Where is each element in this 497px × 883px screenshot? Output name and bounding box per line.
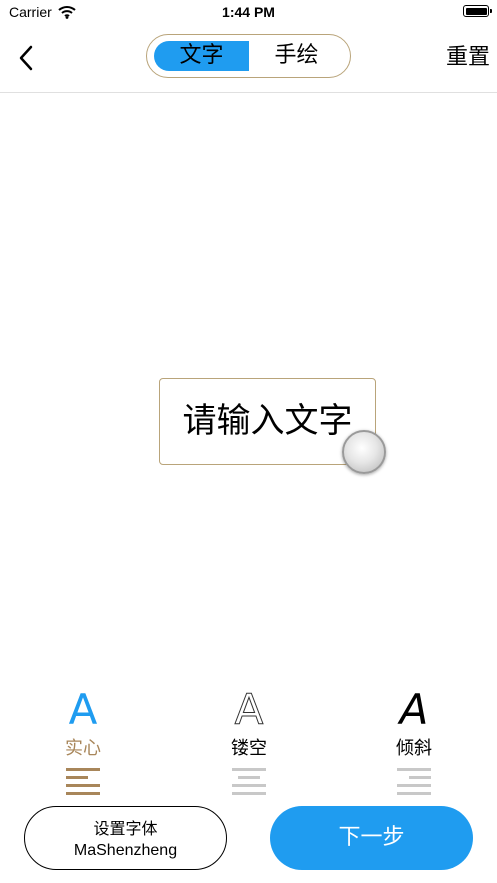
resize-handle[interactable] (342, 430, 386, 474)
hollow-a-icon: A (234, 685, 264, 734)
style-hollow-label: 镂空 (231, 738, 267, 759)
solid-a-icon: A (68, 685, 98, 734)
align-lines-icon (397, 768, 431, 802)
navigation-bar: 文字 手绘 重置 (0, 26, 497, 93)
set-font-label: 设置字体 (93, 819, 158, 838)
next-step-button[interactable]: 下一步 (270, 806, 473, 870)
tab-text[interactable]: 文字 (154, 41, 249, 71)
back-button[interactable] (14, 42, 42, 74)
reset-button[interactable]: 重置 (446, 42, 490, 74)
battery-icon (463, 5, 492, 17)
style-solid-label: 实心 (65, 738, 101, 759)
clock: 1:44 PM (222, 4, 275, 20)
style-italic-label: 倾斜 (396, 738, 432, 759)
current-font-name: MaShenzheng (73, 842, 178, 859)
style-italic-option[interactable]: A 倾斜 (359, 688, 469, 803)
style-solid-option[interactable]: A 实心 (28, 688, 138, 803)
set-font-button[interactable]: 设置字体 MaShenzheng (24, 806, 227, 870)
align-lines-icon (66, 768, 100, 802)
style-hollow-option[interactable]: A 镂空 (194, 685, 304, 803)
status-bar: Carrier 1:44 PM (0, 0, 497, 26)
italic-a-icon: A (399, 685, 429, 734)
mode-segmented-control: 文字 手绘 (146, 34, 351, 78)
align-lines-icon (232, 768, 266, 802)
chevron-left-icon (19, 45, 33, 71)
tab-hand-draw[interactable]: 手绘 (249, 41, 344, 71)
